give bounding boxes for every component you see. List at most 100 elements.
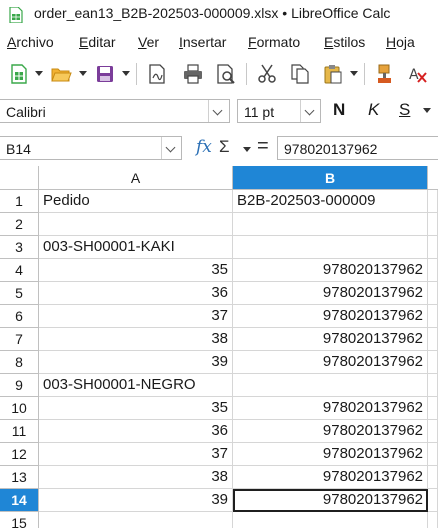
row-header[interactable]: 2 xyxy=(0,213,39,236)
bold-button[interactable]: N xyxy=(333,100,345,120)
cell-a[interactable]: 38 xyxy=(39,466,233,489)
font-size-dropdown-button[interactable] xyxy=(300,100,321,122)
cell-c[interactable] xyxy=(428,259,438,282)
clear-formatting-icon[interactable]: A xyxy=(406,63,428,85)
cell-a[interactable]: 35 xyxy=(39,397,233,420)
cell-a[interactable]: 39 xyxy=(39,489,233,512)
menu-archivo[interactable]: Archivo xyxy=(7,34,54,50)
print-icon[interactable] xyxy=(182,63,204,85)
menu-hoja[interactable]: Hoja xyxy=(386,34,415,50)
cell-c[interactable] xyxy=(428,374,438,397)
cell-a[interactable]: 38 xyxy=(39,328,233,351)
open-folder-icon[interactable] xyxy=(50,63,72,85)
sum-icon[interactable]: Σ xyxy=(219,137,230,157)
cell-c[interactable] xyxy=(428,328,438,351)
cell-b[interactable]: 978020137962 xyxy=(233,305,428,328)
cell-c[interactable] xyxy=(428,512,438,528)
cell-b[interactable]: 978020137962 xyxy=(233,282,428,305)
menu-ver[interactable]: Ver xyxy=(138,34,159,50)
row-header[interactable]: 11 xyxy=(0,420,39,443)
row-header[interactable]: 8 xyxy=(0,351,39,374)
cell-a[interactable]: 35 xyxy=(39,259,233,282)
cell-a[interactable] xyxy=(39,512,233,528)
menu-editar[interactable]: Editar xyxy=(79,34,116,50)
clone-formatting-icon[interactable] xyxy=(374,63,396,85)
cell-a[interactable]: 37 xyxy=(39,305,233,328)
save-dropdown-arrow-icon[interactable] xyxy=(122,71,130,76)
copy-icon[interactable] xyxy=(289,63,311,85)
cell-b[interactable] xyxy=(233,213,428,236)
cell-c[interactable] xyxy=(428,213,438,236)
row-header[interactable]: 15 xyxy=(0,512,39,528)
row-header[interactable]: 3 xyxy=(0,236,39,259)
row-header[interactable]: 1 xyxy=(0,190,39,213)
cell-c[interactable] xyxy=(428,282,438,305)
print-preview-icon[interactable] xyxy=(215,63,237,85)
column-header-a[interactable]: A xyxy=(39,166,233,190)
row-header[interactable]: 6 xyxy=(0,305,39,328)
row-header[interactable]: 12 xyxy=(0,443,39,466)
select-all-corner[interactable] xyxy=(0,166,39,190)
row-header[interactable]: 5 xyxy=(0,282,39,305)
row-header[interactable]: 14 xyxy=(0,489,39,512)
cell-a[interactable]: 003-SH00001-KAKI xyxy=(39,236,233,259)
save-icon[interactable] xyxy=(94,63,116,85)
cell-c[interactable] xyxy=(428,397,438,420)
function-wizard-icon[interactable]: fx xyxy=(196,137,212,157)
column-header-c[interactable] xyxy=(428,166,438,190)
paste-dropdown-arrow-icon[interactable] xyxy=(350,71,358,76)
cell-b[interactable]: 978020137962 xyxy=(233,259,428,282)
row-header[interactable]: 4 xyxy=(0,259,39,282)
cell-b[interactable]: 978020137962 xyxy=(233,443,428,466)
underline-button[interactable]: S xyxy=(399,100,410,120)
cell-c[interactable] xyxy=(428,305,438,328)
cell-a[interactable]: Pedido xyxy=(39,190,233,213)
paste-icon[interactable] xyxy=(322,63,344,85)
underline-dropdown-arrow-icon[interactable] xyxy=(423,108,431,113)
menu-estilos[interactable]: Estilos xyxy=(324,34,365,50)
formula-equals-icon[interactable]: = xyxy=(257,135,269,158)
cell-a[interactable] xyxy=(39,213,233,236)
cell-b[interactable]: 978020137962 xyxy=(233,351,428,374)
cell-a[interactable]: 36 xyxy=(39,420,233,443)
row-header[interactable]: 13 xyxy=(0,466,39,489)
cell-a[interactable]: 37 xyxy=(39,443,233,466)
cell-a[interactable]: 36 xyxy=(39,282,233,305)
name-box-dropdown-button[interactable] xyxy=(161,137,182,159)
cell-c[interactable] xyxy=(428,466,438,489)
cell-a[interactable]: 003-SH00001-NEGRO xyxy=(39,374,233,397)
italic-button[interactable]: K xyxy=(368,100,379,120)
font-size-combobox[interactable]: 11 pt xyxy=(237,99,321,123)
menu-insertar[interactable]: Insertar xyxy=(179,34,226,50)
column-header-b[interactable]: B xyxy=(233,166,428,190)
cell-b[interactable]: 978020137962 xyxy=(233,420,428,443)
cut-icon[interactable] xyxy=(256,63,278,85)
active-cell[interactable]: 978020137962 xyxy=(233,489,428,512)
cell-c[interactable] xyxy=(428,190,438,213)
cell-b[interactable] xyxy=(233,512,428,528)
export-pdf-icon[interactable] xyxy=(146,63,168,85)
cell-b[interactable]: 978020137962 xyxy=(233,397,428,420)
cell-c[interactable] xyxy=(428,351,438,374)
font-name-dropdown-button[interactable] xyxy=(208,100,229,122)
cell-b[interactable] xyxy=(233,374,428,397)
sum-dropdown-arrow-icon[interactable] xyxy=(243,147,251,152)
cell-c[interactable] xyxy=(428,489,438,512)
cell-b[interactable]: B2B-202503-000009 xyxy=(233,190,428,213)
cell-c[interactable] xyxy=(428,443,438,466)
cell-c[interactable] xyxy=(428,420,438,443)
row-header[interactable]: 7 xyxy=(0,328,39,351)
cell-c[interactable] xyxy=(428,236,438,259)
cell-b[interactable]: 978020137962 xyxy=(233,328,428,351)
cell-b[interactable]: 978020137962 xyxy=(233,466,428,489)
formula-input[interactable]: 978020137962 xyxy=(277,136,438,160)
row-header[interactable]: 10 xyxy=(0,397,39,420)
menu-formato[interactable]: Formato xyxy=(248,34,300,50)
font-name-combobox[interactable]: Calibri xyxy=(0,99,230,123)
new-dropdown-arrow-icon[interactable] xyxy=(35,71,43,76)
open-dropdown-arrow-icon[interactable] xyxy=(79,71,87,76)
spreadsheet-grid[interactable]: A B 1 Pedido B2B-202503-000009 2 3 003-SH0000… xyxy=(0,166,438,528)
cell-a[interactable]: 39 xyxy=(39,351,233,374)
row-header[interactable]: 9 xyxy=(0,374,39,397)
cell-b[interactable] xyxy=(233,236,428,259)
